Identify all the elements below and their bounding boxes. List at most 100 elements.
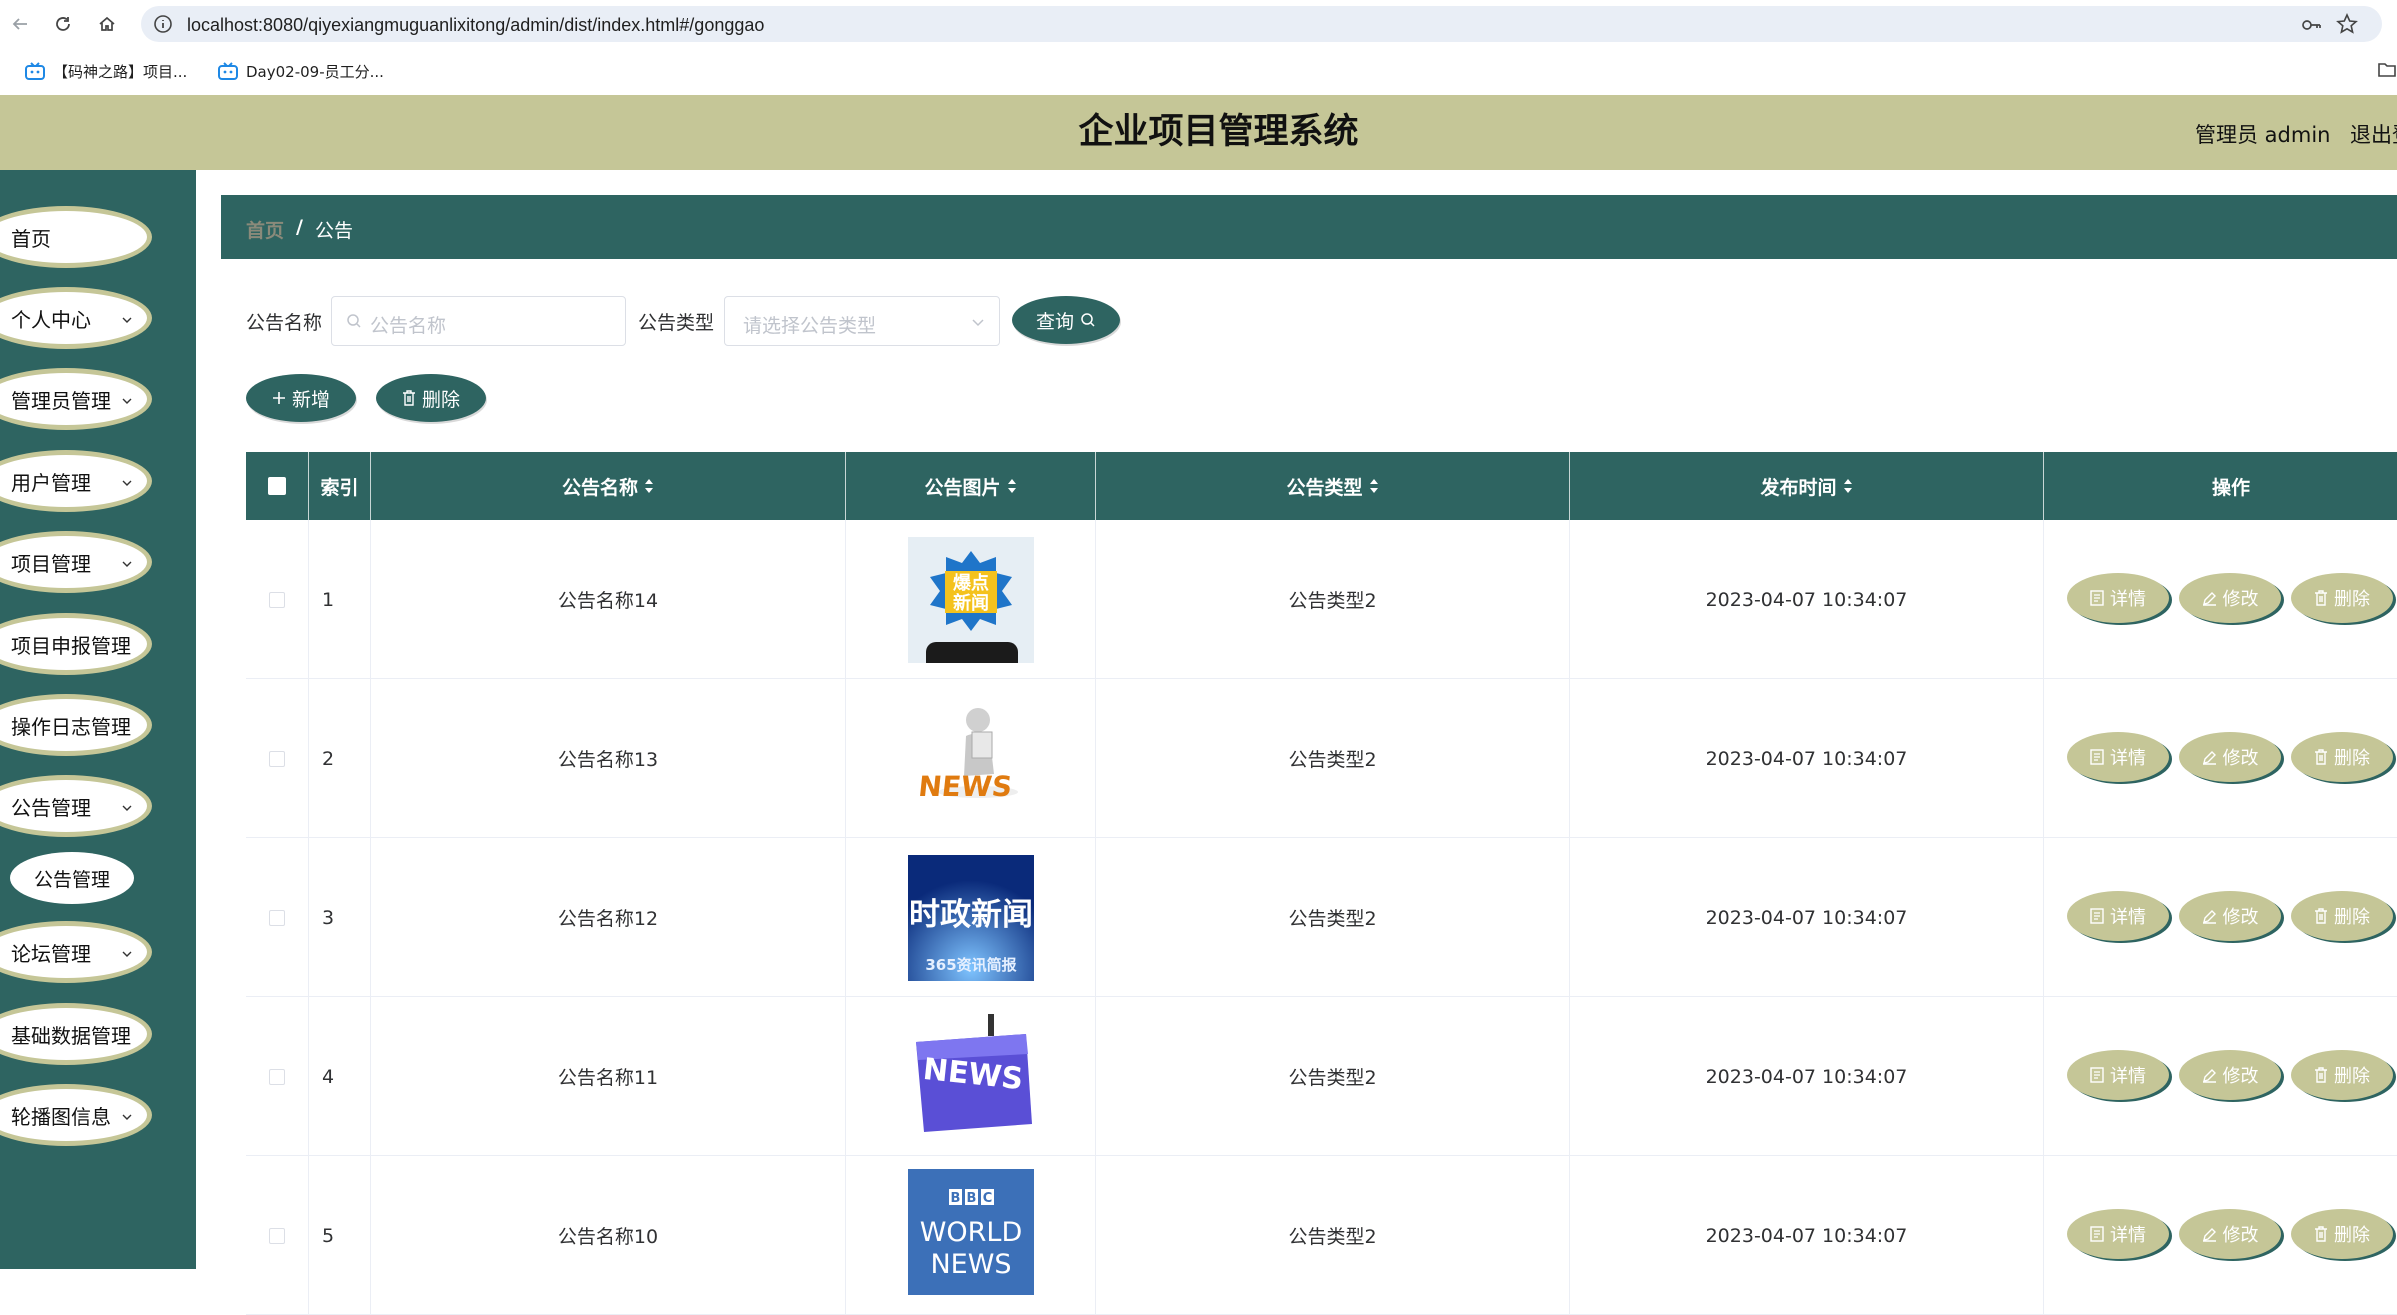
logout-link[interactable]: 退出登录	[2350, 119, 2397, 149]
sidebar-item-project-applications[interactable]: 项目申报管理	[0, 613, 152, 675]
address-bar[interactable]: localhost:8080/qiyexiangmuguanlixitong/a…	[141, 6, 2382, 42]
sort-icon	[1369, 479, 1378, 493]
sidebar-item-profile[interactable]: 个人中心	[0, 287, 152, 349]
sidebar-item-carousel[interactable]: 轮播图信息	[0, 1084, 152, 1146]
sidebar-item-label: 项目申报管理	[11, 633, 131, 658]
delete-button[interactable]: 删除	[2291, 1209, 2393, 1259]
table-row: 5 公告名称10 B B C WORLD NEWS 公告类型2 2023-04-…	[246, 1156, 2397, 1315]
detail-button[interactable]: 详情	[2067, 573, 2169, 623]
type-select[interactable]: 请选择公告类型	[724, 296, 1000, 346]
sidebar-item-home[interactable]: 首页	[0, 206, 152, 268]
sidebar-item-operation-logs[interactable]: 操作日志管理	[0, 694, 152, 756]
detail-button[interactable]: 详情	[2067, 732, 2169, 782]
add-button-label: 新增	[291, 388, 330, 411]
sidebar-item-admins[interactable]: 管理员管理	[0, 368, 152, 430]
delete-button[interactable]: 删除	[2291, 1050, 2393, 1100]
delete-button[interactable]: 删除	[2291, 573, 2393, 623]
table-row: 3 公告名称12 时政新闻 365资讯简报 公告类型2 2023-04-07 1…	[246, 838, 2397, 997]
row-checkbox[interactable]	[269, 750, 285, 767]
column-header-sortable[interactable]: 公告名称	[371, 452, 846, 520]
sidebar-subitem-announcement-management[interactable]: 公告管理	[10, 852, 134, 904]
row-checkbox[interactable]	[269, 591, 285, 608]
actions-cell: 详情 修改 删除	[2044, 1156, 2397, 1315]
sidebar-item-label: 操作日志管理	[11, 714, 131, 739]
sidebar-item-label: 轮播图信息	[11, 1104, 111, 1129]
folder-icon[interactable]	[2377, 59, 2397, 79]
delete-button[interactable]: 删除	[2291, 732, 2393, 782]
detail-button-label: 详情	[2110, 907, 2146, 928]
trash-icon	[2315, 908, 2327, 924]
edit-button[interactable]: 修改	[2179, 1050, 2281, 1100]
query-button[interactable]: 查询	[1012, 296, 1120, 344]
svg-text:365资讯简报: 365资讯简报	[925, 956, 1016, 974]
sidebar-item-label: 项目管理	[11, 551, 91, 576]
detail-button[interactable]: 详情	[2067, 1050, 2169, 1100]
sidebar-item-projects[interactable]: 项目管理	[0, 531, 152, 593]
table-row: 4 公告名称11 NEWS 公告类型2 2023-04-07 10:34:07 …	[246, 997, 2397, 1156]
index-cell: 5	[309, 1156, 371, 1315]
announcement-image[interactable]: 时政新闻 365资讯简报	[907, 854, 1034, 981]
image-cell: 爆点 新闻	[846, 520, 1096, 679]
type-select-placeholder: 请选择公告类型	[743, 315, 877, 337]
select-all-checkbox[interactable]	[268, 477, 286, 495]
chevron-down-icon	[972, 319, 984, 327]
row-select-cell	[246, 1156, 309, 1315]
sidebar-item-forum[interactable]: 论坛管理	[0, 921, 152, 983]
name-cell: 公告名称11	[371, 997, 846, 1156]
edit-button[interactable]: 修改	[2179, 732, 2281, 782]
announcement-image[interactable]: NEWS	[907, 1013, 1034, 1140]
home-icon[interactable]	[93, 10, 121, 38]
sidebar-item-base-data[interactable]: 基础数据管理	[0, 1003, 152, 1065]
announcement-image[interactable]: 爆点 新闻	[907, 536, 1034, 663]
name-cell: 公告名称12	[371, 838, 846, 997]
edit-button[interactable]: 修改	[2179, 891, 2281, 941]
row-select-cell	[246, 520, 309, 679]
chevron-down-icon	[122, 805, 132, 811]
query-button-label: 查询	[1035, 310, 1074, 333]
index-cell: 2	[309, 679, 371, 838]
bulk-delete-button[interactable]: 删除	[376, 374, 486, 422]
password-key-icon[interactable]	[2300, 14, 2322, 36]
sidebar-item-label: 论坛管理	[11, 941, 91, 966]
edit-button[interactable]: 修改	[2179, 573, 2281, 623]
name-search-input[interactable]: 公告名称	[331, 296, 626, 346]
svg-text:时政新闻: 时政新闻	[909, 897, 1033, 933]
breadcrumb-current: 公告	[314, 220, 353, 242]
edit-button[interactable]: 修改	[2179, 1209, 2281, 1259]
browser-toolbar: localhost:8080/qiyexiangmuguanlixitong/a…	[0, 0, 2397, 47]
detail-button-label: 详情	[2110, 1225, 2146, 1246]
image-cell: 时政新闻 365资讯简报	[846, 838, 1096, 997]
column-header-label: 索引	[320, 476, 359, 499]
time-cell: 2023-04-07 10:34:07	[1570, 997, 2044, 1156]
delete-button-label: 删除	[2334, 589, 2370, 610]
add-button[interactable]: 新增	[246, 374, 356, 422]
column-header-sortable[interactable]: 公告类型	[1096, 452, 1570, 520]
site-info-icon[interactable]	[153, 14, 173, 34]
back-arrow-icon[interactable]	[6, 10, 34, 38]
delete-button-label: 删除	[2334, 1225, 2370, 1246]
sidebar-item-announcements[interactable]: 公告管理	[0, 775, 152, 837]
reload-icon[interactable]	[49, 10, 77, 38]
sidebar-item-users[interactable]: 用户管理	[0, 450, 152, 512]
delete-button[interactable]: 删除	[2291, 891, 2393, 941]
bulk-delete-button-label: 删除	[421, 388, 460, 411]
breadcrumb-home[interactable]: 首页	[246, 216, 284, 243]
detail-button[interactable]: 详情	[2067, 891, 2169, 941]
bookmark-item[interactable]: 【码神之路】项目...	[25, 57, 187, 85]
detail-button[interactable]: 详情	[2067, 1209, 2169, 1259]
sort-icon	[645, 479, 653, 493]
actions-cell: 详情 修改 删除	[2044, 997, 2397, 1156]
row-checkbox[interactable]	[269, 1068, 285, 1085]
column-header-sortable[interactable]: 发布时间	[1570, 452, 2044, 520]
bookmark-star-icon[interactable]	[2336, 13, 2358, 35]
row-checkbox[interactable]	[269, 909, 285, 926]
breadcrumb: 首页 / 公告	[246, 216, 353, 243]
breadcrumb-bar: 首页 / 公告	[221, 195, 2397, 259]
index-cell: 4	[309, 997, 371, 1156]
chevron-down-icon	[122, 317, 132, 323]
bookmark-item[interactable]: Day02-09-员工分...	[218, 57, 384, 85]
announcement-image[interactable]: NEWS	[907, 695, 1034, 822]
row-checkbox[interactable]	[269, 1227, 285, 1244]
column-header-sortable[interactable]: 公告图片	[846, 452, 1096, 520]
announcement-image[interactable]: B B C WORLD NEWS	[907, 1169, 1034, 1295]
